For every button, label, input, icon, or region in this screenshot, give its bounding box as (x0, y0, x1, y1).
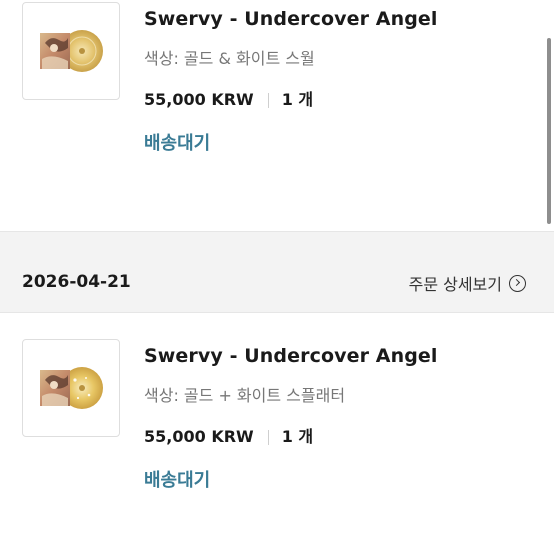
product-quantity: 1 개 (281, 90, 314, 109)
order-date: 2026-04-21 (22, 272, 131, 292)
product-title[interactable]: Swervy - Undercover Angel (144, 343, 542, 369)
order-item-card[interactable]: Swervy - Undercover Angel 색상: 골드 & 화이트 스… (0, 0, 554, 232)
product-thumbnail[interactable] (22, 2, 120, 100)
product-option: 색상: 골드 & 화이트 스월 (144, 49, 315, 68)
product-price: 55,000 KRW (144, 427, 254, 446)
divider (267, 429, 269, 445)
album-cover-icon (40, 30, 103, 72)
product-price: 55,000 KRW (144, 90, 254, 109)
shipping-status: 배송대기 (144, 470, 211, 491)
product-quantity: 1 개 (281, 427, 314, 446)
product-option: 색상: 골드 + 화이트 스플래터 (144, 386, 346, 405)
shipping-status: 배송대기 (144, 133, 211, 154)
product-thumbnail[interactable] (22, 339, 120, 437)
order-detail-link[interactable]: 주문 상세보기 (409, 271, 526, 295)
price-quantity-row: 55,000 KRW 1 개 (144, 89, 542, 111)
order-item-info: Swervy - Undercover Angel 색상: 골드 & 화이트 스… (144, 6, 542, 156)
product-title[interactable]: Swervy - Undercover Angel (144, 6, 542, 32)
album-cover-icon (40, 367, 103, 409)
order-item-card[interactable]: Swervy - Undercover Angel 색상: 골드 + 화이트 스… (0, 312, 554, 554)
price-quantity-row: 55,000 KRW 1 개 (144, 426, 542, 448)
order-date-header: 2026-04-21 주문 상세보기 (0, 262, 554, 306)
order-detail-label: 주문 상세보기 (408, 275, 502, 294)
divider (267, 92, 269, 108)
scrollbar-thumb[interactable] (547, 38, 551, 224)
chevron-right-circle-icon (509, 274, 526, 292)
order-item-info: Swervy - Undercover Angel 색상: 골드 + 화이트 스… (144, 343, 542, 493)
